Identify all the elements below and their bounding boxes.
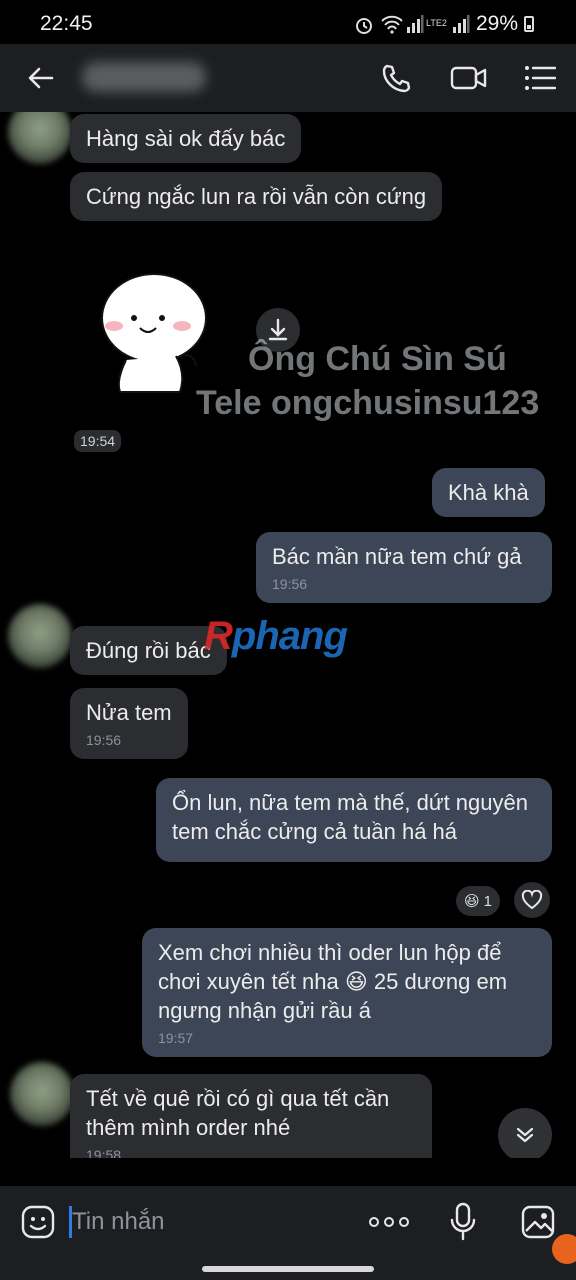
signal-icon-2 bbox=[453, 15, 470, 33]
message-text: Nửa tem bbox=[86, 700, 172, 725]
image-gallery-icon[interactable] bbox=[520, 1204, 556, 1240]
wifi-icon bbox=[381, 15, 403, 34]
message-bubble[interactable]: Bác mần nữa tem chứ gả 19:56 bbox=[256, 532, 552, 603]
volte-label: LTE2 bbox=[426, 18, 447, 28]
message-bubble[interactable]: Khà khà bbox=[432, 468, 545, 517]
message-text: Tết về quê rồi có gì qua tết cần thêm mì… bbox=[86, 1086, 390, 1140]
message-text: Cứng ngắc lun ra rồi vẫn còn cứng bbox=[86, 184, 427, 209]
signal-icon bbox=[407, 15, 424, 33]
phone-call-icon[interactable] bbox=[380, 62, 412, 94]
watermark-logo: Rphang bbox=[204, 614, 348, 658]
status-time: 22:45 bbox=[40, 12, 93, 35]
contact-avatar[interactable] bbox=[8, 604, 72, 668]
reaction-count: 1 bbox=[483, 892, 492, 910]
message-bubble[interactable]: Cứng ngắc lun ra rồi vẫn còn cứng bbox=[70, 172, 443, 221]
message-time: 19:56 bbox=[272, 576, 308, 592]
heart-outline-icon bbox=[521, 890, 543, 910]
message-time: 19:58 bbox=[86, 1147, 122, 1158]
message-bubble[interactable]: Hàng sài ok đấy bác bbox=[70, 114, 302, 163]
back-arrow-icon[interactable] bbox=[26, 63, 56, 93]
more-options-icon[interactable] bbox=[368, 1216, 410, 1228]
contact-avatar[interactable] bbox=[10, 1062, 74, 1126]
message-text: Hàng sài ok đấy bác bbox=[86, 126, 286, 151]
message-text: Ổn lun, nữa tem mà thế, dứt nguyên tem c… bbox=[172, 790, 528, 844]
message-time: 19:57 bbox=[158, 1030, 194, 1046]
contact-name[interactable] bbox=[82, 62, 206, 92]
sticker-image[interactable] bbox=[96, 270, 226, 400]
battery-percent: 29% bbox=[476, 12, 519, 35]
message-bubble[interactable]: Ổn lun, nữa tem mà thế, dứt nguyên tem c… bbox=[156, 778, 552, 862]
contact-avatar[interactable] bbox=[8, 112, 72, 164]
message-bubble[interactable]: Xem chơi nhiều thì oder lun hộp để chơi … bbox=[142, 928, 552, 1057]
message-time: 19:56 bbox=[86, 732, 122, 748]
microphone-icon[interactable] bbox=[448, 1202, 478, 1242]
composer-bar bbox=[0, 1186, 576, 1280]
reaction-badge[interactable]: 😆 1 bbox=[456, 886, 500, 916]
message-text: Bác mần nữa tem chứ gả bbox=[272, 544, 522, 569]
message-bubble[interactable]: Nửa tem 19:56 bbox=[70, 688, 188, 759]
watermark-line-2: Tele ongchusinsu123 bbox=[196, 384, 540, 422]
watermark-line-1: Ông Chú Sìn Sú bbox=[248, 340, 507, 378]
home-indicator[interactable] bbox=[202, 1266, 374, 1272]
message-text: Đúng rồi bác bbox=[86, 638, 211, 663]
video-call-icon[interactable] bbox=[450, 62, 488, 94]
floating-badge[interactable] bbox=[552, 1234, 576, 1264]
scroll-to-bottom-button[interactable] bbox=[498, 1108, 552, 1158]
message-text: Khà khà bbox=[448, 480, 529, 505]
message-list[interactable]: Hàng sài ok đấy bác Cứng ngắc lun ra rồi… bbox=[0, 112, 576, 1158]
message-text: Xem chơi nhiều thì oder lun hộp để chơi … bbox=[158, 940, 508, 1023]
alarm-icon bbox=[356, 18, 372, 34]
message-input[interactable] bbox=[72, 1202, 332, 1242]
chevron-down-double-icon bbox=[516, 1127, 534, 1143]
status-bar: 22:45 LTE2 29% bbox=[0, 0, 576, 44]
reaction-emoji: 😆 bbox=[464, 893, 480, 910]
message-time: 19:54 bbox=[74, 430, 122, 452]
menu-list-icon[interactable] bbox=[524, 64, 556, 92]
message-bubble[interactable]: Tết về quê rồi có gì qua tết cần thêm mì… bbox=[70, 1074, 432, 1158]
battery-icon bbox=[524, 16, 534, 32]
react-heart-button[interactable] bbox=[514, 882, 550, 918]
chat-header bbox=[0, 44, 576, 112]
emoji-sticker-icon[interactable] bbox=[20, 1204, 56, 1240]
